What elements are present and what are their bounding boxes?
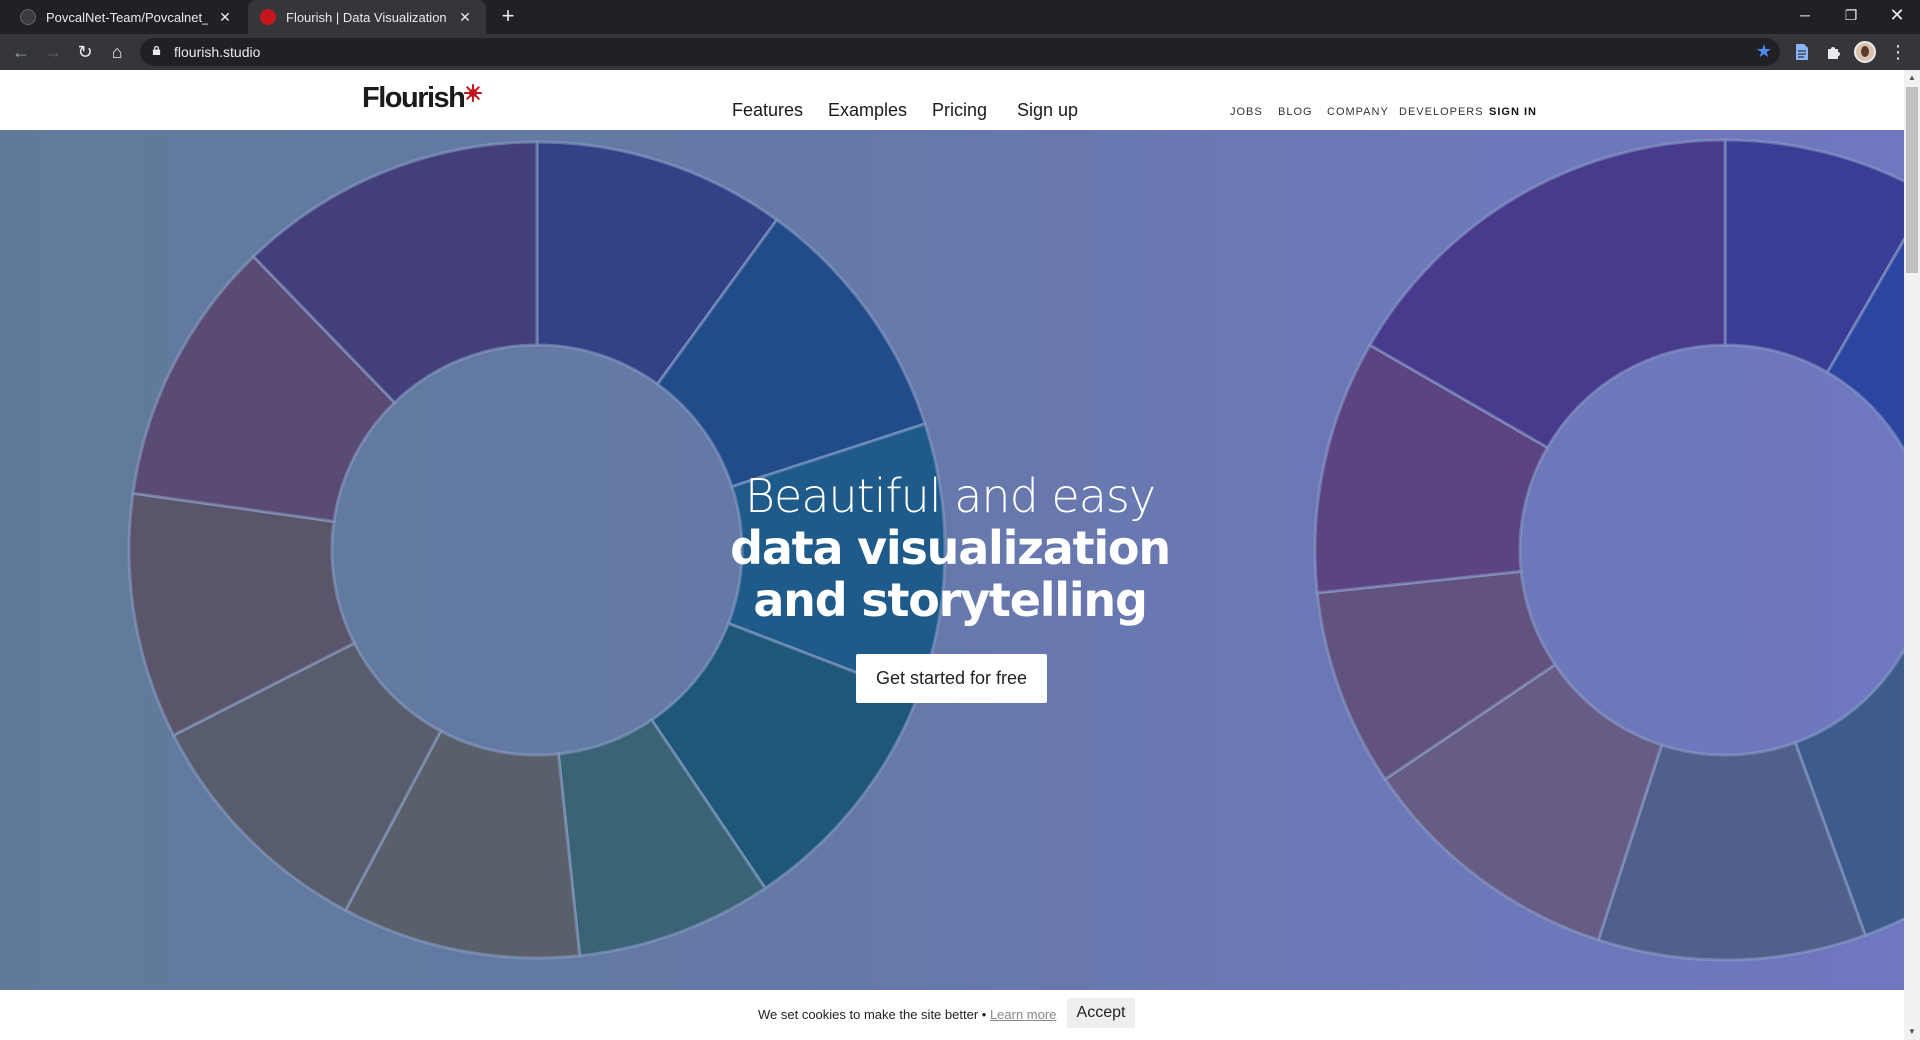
new-tab-button[interactable]: +: [496, 5, 520, 29]
bookmark-star-icon[interactable]: ★: [1756, 41, 1772, 62]
accept-cookies-button[interactable]: Accept: [1067, 998, 1135, 1028]
back-arrow-icon[interactable]: ←: [9, 40, 33, 64]
nav-features[interactable]: Features: [732, 100, 803, 121]
tab-close-icon[interactable]: ✕: [216, 9, 234, 26]
reload-icon[interactable]: ↻: [73, 40, 97, 64]
right-donut-decoration: [1313, 138, 1904, 962]
nav-pricing[interactable]: Pricing: [932, 100, 987, 121]
document-extension-icon[interactable]: [1790, 40, 1814, 64]
nav-jobs[interactable]: JOBS: [1230, 106, 1263, 118]
extensions-puzzle-icon[interactable]: [1822, 40, 1846, 64]
page-scrollbar[interactable]: ▲ ▼: [1904, 70, 1920, 1040]
nav-sign-in[interactable]: SIGN IN: [1489, 106, 1537, 118]
scroll-thumb[interactable]: [1906, 87, 1918, 273]
url-text[interactable]: flourish.studio: [174, 44, 260, 60]
nav-sign-up[interactable]: Sign up: [1017, 100, 1078, 121]
browser-toolbar: ← → ↻ ⌂ flourish.studio ★ ⋮: [0, 34, 1920, 70]
minimize-icon[interactable]: ─: [1782, 0, 1828, 30]
scroll-down-arrow-icon[interactable]: ▼: [1904, 1024, 1920, 1040]
tab-strip: PovcalNet-Team/Povcalnet_internal ✕ Flou…: [0, 0, 1920, 34]
forward-arrow-icon[interactable]: →: [41, 40, 65, 64]
hero-section: Beautiful and easy data visualization an…: [0, 130, 1904, 990]
tab-close-icon[interactable]: ✕: [456, 9, 474, 26]
browser-tab-povcalnet[interactable]: PovcalNet-Team/Povcalnet_internal ✕: [8, 0, 246, 34]
get-started-button[interactable]: Get started for free: [856, 654, 1047, 703]
web-page: Flourish Features Examples Pricing Sign …: [0, 70, 1904, 1040]
hero-heading: Beautiful and easy data visualization an…: [700, 470, 1200, 626]
hero-line-3: and storytelling: [753, 573, 1148, 627]
nav-blog[interactable]: BLOG: [1278, 106, 1313, 118]
address-bar[interactable]: flourish.studio ★: [140, 38, 1780, 66]
tab-title: PovcalNet-Team/Povcalnet_internal: [46, 9, 208, 25]
github-favicon-icon: [20, 9, 36, 25]
hero-line-2: data visualization: [730, 521, 1171, 575]
nav-examples[interactable]: Examples: [828, 100, 907, 121]
window-close-icon[interactable]: ✕: [1874, 0, 1920, 30]
logo-burst-icon: [464, 84, 482, 102]
learn-more-link[interactable]: Learn more: [990, 1007, 1056, 1022]
cookie-banner: We set cookies to make the site better •…: [0, 990, 1904, 1040]
profile-avatar[interactable]: [1854, 41, 1876, 63]
hero-line-1: Beautiful and easy: [744, 469, 1156, 523]
restore-icon[interactable]: ❐: [1828, 0, 1874, 30]
scroll-up-arrow-icon[interactable]: ▲: [1904, 70, 1920, 86]
site-header: Flourish Features Examples Pricing Sign …: [0, 70, 1904, 130]
flourish-favicon-icon: [260, 9, 276, 25]
more-menu-icon[interactable]: ⋮: [1886, 40, 1910, 64]
cookie-text: We set cookies to make the site better •…: [758, 1007, 1056, 1022]
nav-developers[interactable]: DEVELOPERS: [1399, 106, 1484, 118]
flourish-logo[interactable]: Flourish: [362, 82, 466, 115]
tab-title: Flourish | Data Visualization & Storytel…: [286, 9, 448, 25]
browser-tab-flourish[interactable]: Flourish | Data Visualization & Storytel…: [248, 0, 486, 34]
home-icon[interactable]: ⌂: [105, 40, 129, 64]
cookie-message: We set cookies to make the site better •: [758, 1007, 987, 1022]
nav-company[interactable]: COMPANY: [1327, 106, 1389, 118]
lock-icon: [152, 46, 161, 55]
